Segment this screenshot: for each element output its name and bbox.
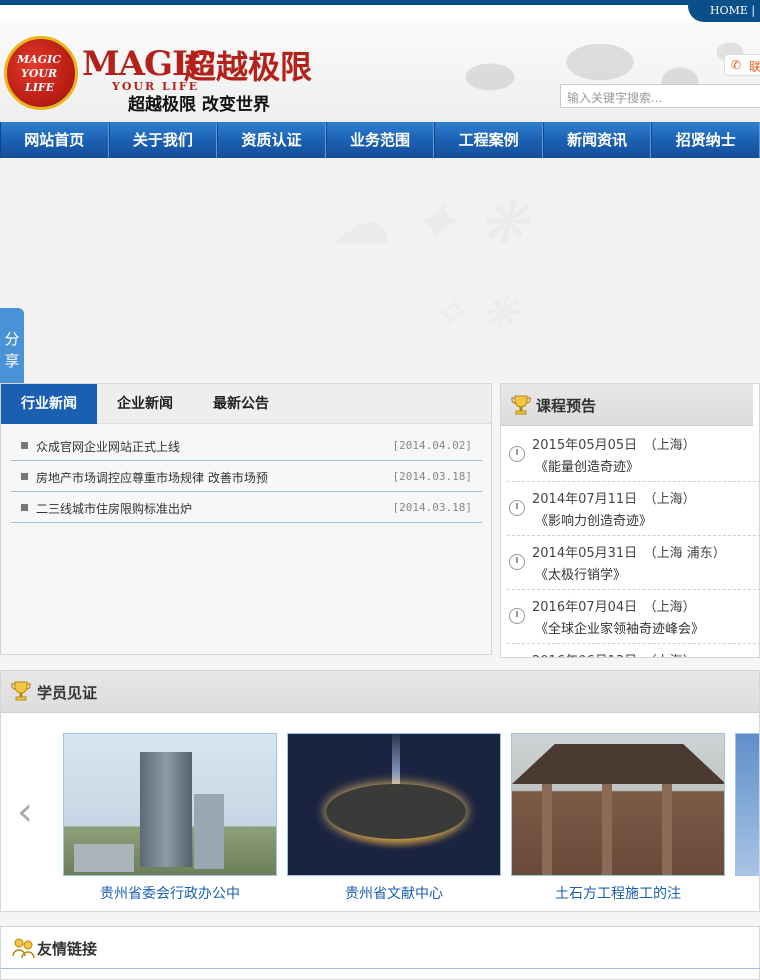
course-name[interactable]: 《能量创造奇迹》: [535, 456, 639, 475]
nav-item-about[interactable]: 关于我们: [108, 122, 218, 158]
logo-emblem[interactable]: MAGIC YOUR LIFE: [4, 36, 78, 110]
news-item[interactable]: 众成官网企业网站正式上线 [2014.04.02]: [11, 430, 482, 461]
course-item[interactable]: 2016年06月13日 （上海）: [507, 644, 759, 657]
tab-announcements[interactable]: 最新公告: [193, 384, 289, 424]
search-input[interactable]: 输入关键字搜索...: [560, 84, 760, 108]
nav-item-careers[interactable]: 招贤纳士: [651, 122, 760, 158]
trophy-icon: [11, 681, 31, 701]
nav-item-certification[interactable]: 资质认证: [217, 122, 326, 158]
student-testimonials: 学员见证 ‹ 贵州省委会行政办公中 贵州省文献中心 土石方工程施工的注: [0, 670, 760, 912]
news-tabs: 行业新闻 企业新闻 最新公告: [1, 384, 491, 424]
news-date: [2014.03.18]: [392, 501, 472, 514]
photo-detail: [326, 784, 466, 839]
phone-icon: ✆: [731, 58, 742, 72]
nav-item-cases[interactable]: 工程案例: [434, 122, 543, 158]
course-name[interactable]: 《太极行销学》: [535, 564, 626, 583]
tab-company-news[interactable]: 企业新闻: [97, 384, 193, 424]
course-item[interactable]: 2014年05月31日 （上海 浦东） 《太极行销学》: [507, 536, 759, 590]
bullet-icon: [21, 504, 28, 511]
course-header: 课程预告: [501, 384, 753, 426]
banner-watermark-2: ✧ ❋: [430, 288, 518, 339]
course-item[interactable]: 2015年05月05日 （上海） 《能量创造奇迹》: [507, 428, 759, 482]
slogan: 超越极限 改变世界: [128, 95, 270, 115]
course-title: 课程预告: [536, 397, 597, 415]
course-date: 2016年06月13日 （上海）: [532, 650, 696, 657]
news-title[interactable]: 房地产市场调控应尊重市场规律 改善市场预: [36, 469, 268, 486]
trophy-icon: [511, 395, 531, 415]
home-link-label[interactable]: HOME |: [710, 4, 755, 17]
case-caption[interactable]: 土石方工程施工的注: [511, 883, 725, 903]
course-date: 2015年05月05日 （上海）: [532, 438, 696, 453]
contact-label: 联: [749, 60, 760, 74]
case-photo[interactable]: [735, 733, 759, 876]
news-item[interactable]: 房地产市场调控应尊重市场规律 改善市场预 [2014.03.18]: [11, 461, 482, 492]
students-title: 学员见证: [37, 684, 98, 702]
case-photo[interactable]: [63, 733, 277, 876]
course-date: 2014年05月31日 （上海 浦东）: [532, 546, 726, 561]
case-caption[interactable]: 贵州省文献中心: [287, 883, 501, 903]
brand-chinese: 超越极限: [184, 48, 313, 86]
logo-line-1: MAGIC: [17, 53, 62, 66]
course-preview-panel: 课程预告 2015年05月05日 （上海） 《能量创造奇迹》 2014年07月1…: [500, 383, 760, 658]
news-panel: 行业新闻 企业新闻 最新公告 众成官网企业网站正式上线 [2014.04.02]…: [0, 383, 492, 655]
home-link[interactable]: HOME |: [688, 0, 760, 22]
bullet-icon: [21, 442, 28, 449]
logo-line-3: LIFE: [25, 81, 55, 94]
news-item[interactable]: 二三线城市住房限购标准出炉 [2014.03.18]: [11, 492, 482, 523]
course-item[interactable]: 2016年07月04日 （上海） 《全球企业家领袖奇迹峰会》: [507, 590, 759, 644]
news-list: 众成官网企业网站正式上线 [2014.04.02] 房地产市场调控应尊重市场规律…: [11, 430, 482, 523]
links-title: 友情链接: [37, 940, 98, 958]
clock-icon: [509, 554, 525, 570]
news-title[interactable]: 众成官网企业网站正式上线: [36, 438, 180, 455]
course-list: 2015年05月05日 （上海） 《能量创造奇迹》 2014年07月11日 （上…: [507, 428, 759, 657]
hero-banner[interactable]: ☁ ✦ ❋ ✧ ❋: [0, 158, 760, 380]
clock-icon: [509, 608, 525, 624]
tab-industry-news[interactable]: 行业新闻: [1, 384, 97, 424]
clock-icon: [509, 446, 525, 462]
carousel-prev-arrow-icon[interactable]: ‹: [17, 789, 33, 835]
news-title[interactable]: 二三线城市住房限购标准出炉: [36, 500, 192, 517]
photo-detail: [74, 844, 134, 872]
course-name[interactable]: 《全球企业家领袖奇迹峰会》: [535, 618, 704, 637]
photo-detail: [542, 784, 552, 875]
photo-detail: [140, 752, 192, 867]
main-nav: 网站首页 关于我们 资质认证 业务范围 工程案例 新闻资讯 招贤纳士: [0, 122, 760, 158]
top-bar: HOME |: [0, 0, 760, 22]
bullet-icon: [21, 473, 28, 480]
photo-detail: [194, 794, 224, 869]
logo-line-2: YOUR: [21, 67, 58, 80]
course-date: 2014年07月11日 （上海）: [532, 492, 696, 507]
photo-detail: [512, 744, 724, 784]
site-header: MAGIC YOUR LIFE MAGIC YOUR LIFE 超越极限 超越极…: [0, 22, 760, 122]
news-date: [2014.04.02]: [392, 439, 472, 452]
case-caption[interactable]: 贵州省委会行政办公中: [63, 883, 277, 903]
students-header: 学员见证: [1, 671, 759, 713]
nav-item-home[interactable]: 网站首页: [0, 122, 109, 158]
clock-icon: [509, 500, 525, 516]
people-icon: [12, 938, 35, 959]
course-item[interactable]: 2014年07月11日 （上海） 《影响力创造奇迹》: [507, 482, 759, 536]
photo-detail: [602, 784, 612, 875]
top-accent-line: [0, 0, 760, 5]
contact-button[interactable]: ✆ 联: [724, 54, 760, 76]
banner-watermark: ☁ ✦ ❋: [330, 188, 529, 258]
course-name[interactable]: 《影响力创造奇迹》: [535, 510, 652, 529]
photo-detail: [662, 784, 672, 875]
case-photo[interactable]: [287, 733, 501, 876]
links-header: 友情链接: [1, 927, 760, 969]
course-date: 2016年07月04日 （上海）: [532, 600, 696, 615]
nav-item-news[interactable]: 新闻资讯: [542, 122, 652, 158]
news-date: [2014.03.18]: [392, 470, 472, 483]
friend-links: 友情链接: [0, 926, 760, 980]
nav-item-business[interactable]: 业务范围: [325, 122, 435, 158]
case-photo[interactable]: [511, 733, 725, 876]
